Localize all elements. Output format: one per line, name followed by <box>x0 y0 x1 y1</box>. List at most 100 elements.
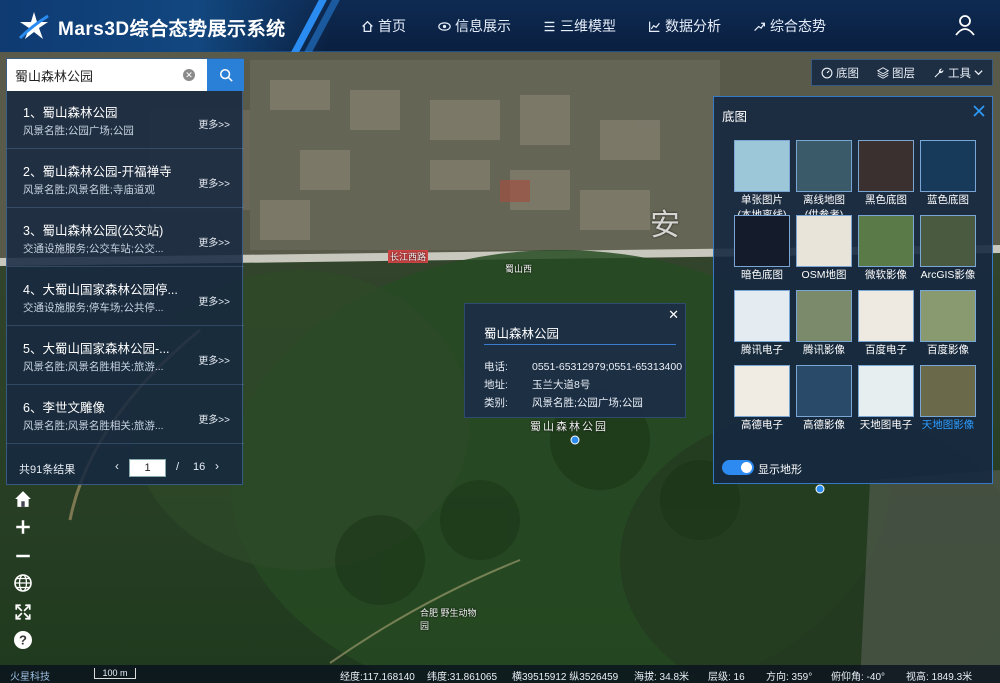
map-label-park: 蜀山森林公园 <box>530 421 608 433</box>
result-more-link[interactable]: 更多>> <box>198 411 230 426</box>
zoom-in-button[interactable] <box>12 516 34 538</box>
basemap-option[interactable]: 高德影像 <box>796 365 852 432</box>
zoom-out-button[interactable] <box>12 545 34 567</box>
basemap-thumbnail <box>858 215 914 267</box>
poi-popup: ✕ 蜀山森林公园 电话: 0551-65312979;0551-65313400 … <box>464 303 686 418</box>
status-level: 层级: 16 <box>708 672 745 683</box>
eye-icon <box>438 21 451 31</box>
scene-mode-button[interactable] <box>12 572 34 594</box>
result-more-link[interactable]: 更多>> <box>198 352 230 367</box>
basemap-label: 微软影像 <box>865 269 907 281</box>
basemap-option[interactable]: 百度影像 <box>920 290 976 357</box>
nav-home[interactable]: 首页 <box>345 0 422 52</box>
basemap-option[interactable]: 单张图片(本地离线) <box>734 140 790 222</box>
result-item[interactable]: 4、大蜀山国家森林公园停... 交通设施服务;停车场;公共停... 更多>> <box>7 269 244 326</box>
result-more-link[interactable]: 更多>> <box>198 175 230 190</box>
fullscreen-button[interactable] <box>12 601 34 623</box>
result-item[interactable]: 6、李世文雕像 风景名胜;风景名胜相关;旅游... 更多>> <box>7 387 244 444</box>
result-item[interactable]: 3、蜀山森林公园(公交站) 交通设施服务;公交车站;公交... 更多>> <box>7 210 244 267</box>
basemap-thumbnail <box>796 215 852 267</box>
basemap-label: 离线地图 <box>803 194 845 206</box>
basemap-option[interactable]: 高德电子 <box>734 365 790 432</box>
toolbar-tools-button[interactable]: 工具 <box>933 65 983 81</box>
basemap-option[interactable]: 天地图影像 <box>920 365 976 432</box>
popup-value: 玉兰大道8号 <box>532 379 591 391</box>
search-icon <box>219 68 233 82</box>
basemap-label: 腾讯影像 <box>803 344 845 356</box>
status-xy: 横39515912 纵3526459 <box>512 672 619 683</box>
close-icon[interactable]: ✕ <box>668 307 679 323</box>
basemap-option[interactable]: 黑色底图 <box>858 140 914 207</box>
basemap-option[interactable]: 百度电子 <box>858 290 914 357</box>
help-button[interactable]: ? <box>12 629 34 651</box>
toolbar-basemap-label: 底图 <box>836 67 859 80</box>
toolbar-basemap-button[interactable]: 底图 <box>821 65 859 81</box>
toolbar-layers-button[interactable]: 图层 <box>877 65 915 81</box>
nav-info[interactable]: 信息展示 <box>422 0 527 52</box>
nav-3d-model-label: 三维模型 <box>560 18 616 34</box>
next-page-icon[interactable]: › <box>215 459 219 473</box>
search-button[interactable] <box>207 59 244 91</box>
result-item[interactable]: 1、蜀山森林公园 风景名胜;公园广场;公园 更多>> <box>7 92 244 149</box>
result-title: 1、蜀山森林公园 <box>23 106 118 120</box>
page-input[interactable]: 1 <box>129 459 166 477</box>
basemap-option[interactable]: 蓝色底图 <box>920 140 976 207</box>
map-label-zoo: 合肥 野生动物园 <box>420 608 477 631</box>
toolbar-tools-label: 工具 <box>948 67 971 80</box>
result-title: 4、大蜀山国家森林公园停... <box>23 283 178 297</box>
status-view-height: 视高: 1849.3米 <box>906 672 973 683</box>
scale-bar: 100 m <box>94 668 136 679</box>
result-category: 风景名胜;风景名胜;寺庙道观 <box>23 184 155 196</box>
result-more-link[interactable]: 更多>> <box>198 116 230 131</box>
result-title: 2、蜀山森林公园-开福禅寺 <box>23 165 172 179</box>
nav-situation[interactable]: 综合态势 <box>737 0 842 52</box>
basemap-option[interactable]: 腾讯电子 <box>734 290 790 357</box>
home-view-button[interactable] <box>12 488 34 510</box>
brand-star-icon <box>18 12 49 40</box>
prev-page-icon[interactable]: ‹ <box>115 459 119 473</box>
basemap-thumbnail <box>734 290 790 342</box>
basemap-option[interactable]: 暗色底图 <box>734 215 790 282</box>
home-icon <box>15 491 31 507</box>
basemap-option[interactable]: 微软影像 <box>858 215 914 282</box>
result-item[interactable]: 5、大蜀山国家森林公园-... 风景名胜;风景名胜相关;旅游... 更多>> <box>7 328 244 385</box>
basemap-thumbnail <box>920 215 976 267</box>
nav-3d-model[interactable]: 三维模型 <box>527 0 632 52</box>
wrench-icon <box>934 67 944 77</box>
basemap-panel: 底图 单张图片(本地离线)离线地图(供参考) 黑色底图 蓝色底图暗色底图 OSM地图 微… <box>713 96 993 484</box>
result-count: 共91条结果 <box>19 464 76 476</box>
clear-search-icon[interactable]: ✕ <box>183 69 195 81</box>
popup-value: 0551-65312979;0551-65313400 <box>532 361 683 373</box>
trend-icon <box>754 22 765 31</box>
user-icon[interactable] <box>954 14 976 36</box>
nav-analysis[interactable]: 数据分析 <box>632 0 737 52</box>
terrain-toggle[interactable] <box>722 460 754 475</box>
basemap-thumbnail <box>920 140 976 192</box>
minus-icon <box>16 554 30 558</box>
basemap-thumbnail <box>920 290 976 342</box>
result-title: 3、蜀山森林公园(公交站) <box>23 224 164 238</box>
layers-icon <box>877 66 889 79</box>
top-nav: 首页 信息展示 三维模型 数据分析 综合态势 <box>345 0 842 52</box>
result-more-link[interactable]: 更多>> <box>198 293 230 308</box>
basemap-option[interactable]: 腾讯影像 <box>796 290 852 357</box>
popup-row: 地址: 玉兰大道8号 <box>484 377 590 392</box>
status-heading: 方向: 359° <box>766 672 813 683</box>
close-icon[interactable] <box>972 104 986 118</box>
result-more-link[interactable]: 更多>> <box>198 234 230 249</box>
search-input[interactable] <box>7 59 179 91</box>
nav-info-label: 信息展示 <box>455 18 511 34</box>
map-label-far: 安 <box>650 209 680 242</box>
basemap-option[interactable]: OSM地图 <box>796 215 852 282</box>
basemap-panel-title: 底图 <box>722 110 748 124</box>
result-category: 交通设施服务;公交车站;公交... <box>23 243 164 255</box>
basemap-label: 单张图片 <box>741 194 783 206</box>
popup-row: 电话: 0551-65312979;0551-65313400 <box>484 359 682 374</box>
basemap-thumbnail <box>920 365 976 417</box>
basemap-option[interactable]: 离线地图(供参考) <box>796 140 852 222</box>
result-item[interactable]: 2、蜀山森林公园-开福禅寺 风景名胜;风景名胜;寺庙道观 更多>> <box>7 151 244 208</box>
basemap-thumbnail <box>796 290 852 342</box>
basemap-option[interactable]: 天地图电子 <box>858 365 914 432</box>
basemap-option[interactable]: ArcGIS影像 <box>920 215 976 282</box>
basemap-thumbnail <box>734 140 790 192</box>
